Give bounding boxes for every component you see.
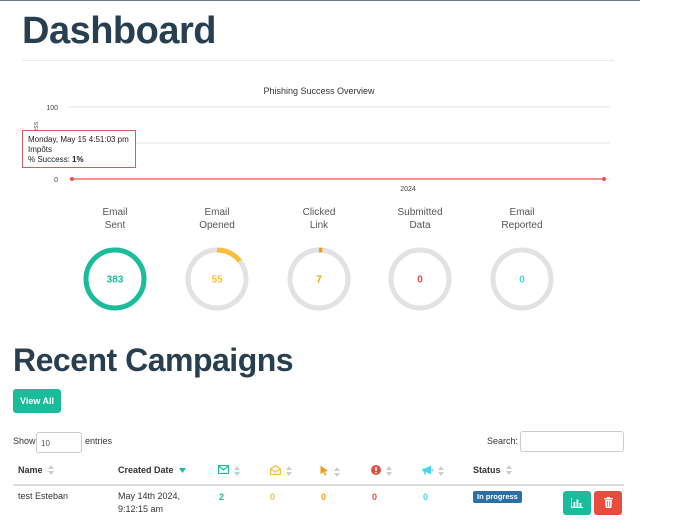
sort-icon (438, 466, 444, 476)
envelope-icon (217, 464, 230, 476)
donut-submitted-data: 0 (388, 247, 452, 311)
column-header-reported[interactable] (422, 465, 444, 477)
sort-desc-icon (178, 466, 186, 474)
page-title: Dashboard (22, 10, 216, 52)
sort-icon (505, 465, 512, 475)
title-divider (22, 60, 614, 61)
created-date: May 14th 2024, 9:12:15 am (118, 491, 181, 514)
column-header-clicked[interactable] (320, 465, 340, 478)
stat-email-sent: Email Sent 383 (75, 206, 155, 311)
column-header-opened[interactable] (270, 464, 292, 477)
view-all-button[interactable]: View All (13, 389, 61, 413)
view-results-button[interactable] (563, 491, 591, 515)
donut-value: 0 (519, 275, 525, 286)
donut-value: 0 (417, 275, 423, 286)
chart-title: Phishing Success Overview (263, 86, 375, 96)
clicked-count: 0 (321, 492, 327, 502)
xtick-label: 2024 (400, 186, 416, 193)
envelope-open-icon (270, 464, 281, 477)
top-border (0, 0, 640, 1)
search-input[interactable] (520, 431, 624, 452)
sort-icon (386, 466, 392, 476)
delete-campaign-button[interactable] (594, 491, 622, 515)
data-point (70, 177, 74, 181)
entries-label: entries (85, 436, 113, 446)
show-label: Show (13, 436, 36, 446)
campaign-name[interactable]: test Esteban (18, 490, 68, 503)
status-badge: In progress (473, 491, 522, 503)
donut-value: 55 (211, 275, 223, 286)
tooltip-campaign: Impôts (28, 145, 53, 154)
data-point (602, 177, 606, 181)
donut-email-sent: 383 (83, 247, 147, 311)
tooltip-success-label: % Success: (28, 155, 70, 164)
column-header-submitted[interactable] (371, 465, 392, 477)
donut-email-opened: 55 (185, 247, 249, 311)
chart-tooltip: Monday, May 15 4:51:03 pm Impôts % Succe… (22, 130, 136, 168)
donut-value: 383 (107, 275, 124, 286)
column-header-created-date[interactable]: Created Date (118, 465, 186, 475)
stat-email-opened: Email Opened 55 (177, 206, 257, 311)
entries-select[interactable]: 10 (36, 432, 82, 453)
column-header-status[interactable]: Status (473, 465, 512, 475)
table-header-divider (13, 484, 624, 486)
stat-submitted-data: Submitted Data 0 (380, 206, 460, 311)
donut-clicked-link: 7 (287, 247, 351, 311)
sort-icon (47, 465, 54, 475)
mouse-pointer-icon (320, 465, 329, 478)
column-header-name[interactable]: Name (18, 465, 54, 475)
tooltip-success-value: 1% (72, 155, 84, 164)
stat-clicked-link: Clicked Link 7 (279, 206, 359, 311)
reported-count: 0 (423, 492, 429, 502)
bullhorn-icon (422, 465, 433, 477)
search-label: Search: (487, 436, 519, 446)
tooltip-date: Monday, May 15 4:51:03 pm (28, 135, 129, 144)
ytick-label: 0 (54, 177, 58, 184)
bar-chart-icon (571, 496, 583, 511)
stat-email-reported: Email Reported 0 (482, 206, 562, 311)
exclamation-circle-icon (371, 465, 381, 477)
column-header-sent[interactable] (217, 464, 240, 476)
donut-email-reported: 0 (490, 247, 554, 311)
ytick-label: 100 (46, 105, 58, 112)
recent-campaigns-title: Recent Campaigns (13, 342, 294, 378)
submitted-count: 0 (372, 492, 378, 502)
sent-count: 2 (219, 492, 225, 502)
donut-value: 7 (316, 275, 322, 286)
sort-icon (334, 466, 340, 477)
sort-icon (286, 466, 292, 476)
trash-icon (603, 496, 613, 511)
sort-icon (234, 465, 240, 476)
opened-count: 0 (270, 492, 276, 502)
